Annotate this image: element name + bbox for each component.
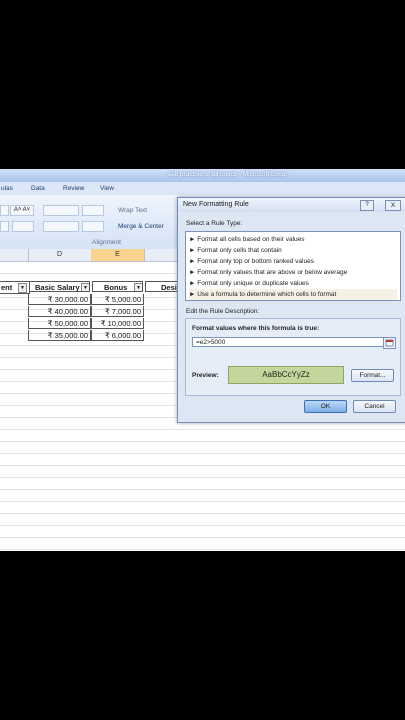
fill-color-icon[interactable] <box>0 221 9 232</box>
column-header-d[interactable]: D <box>28 249 92 261</box>
rule-type-item[interactable]: ► Format only cells that contain <box>189 245 397 256</box>
filter-dropdown-icon[interactable]: ▼ <box>81 283 89 291</box>
indent-icon[interactable] <box>82 221 104 232</box>
dialog-title-bar[interactable]: New Formatting Rule ? X <box>178 198 405 212</box>
rule-type-item[interactable]: ► Format only values that are above or b… <box>189 267 397 278</box>
grow-font-icon[interactable]: A˄ A˅ <box>10 205 34 216</box>
preview-label: Preview: <box>192 372 219 379</box>
help-icon[interactable]: ? <box>360 200 374 211</box>
collapse-dialog-icon[interactable] <box>383 337 396 349</box>
filter-dropdown-icon[interactable]: ▼ <box>134 283 142 291</box>
salary-cell[interactable]: ₹ 50,000.00 <box>28 318 91 329</box>
header-cell-basic-salary[interactable]: Basic Salary ▼ <box>29 281 90 292</box>
select-rule-type-label: Select a Rule Type: <box>186 220 243 227</box>
align-top-icon[interactable] <box>43 205 79 216</box>
merge-center-button[interactable]: Merge & Center <box>118 223 164 230</box>
rule-type-item[interactable]: ► Format only top or bottom ranked value… <box>189 256 397 267</box>
cancel-button[interactable]: Cancel <box>353 400 396 413</box>
ribbon-tabs: ulas Data Review View <box>0 182 405 195</box>
align-center-icon[interactable] <box>43 221 79 232</box>
rule-type-item[interactable]: ► Format all cells based on their values <box>189 234 397 245</box>
bonus-cell[interactable]: ₹ 5,000.00 <box>91 294 144 305</box>
column-header-c[interactable] <box>0 249 29 261</box>
format-preview: AaBbCcYyZz <box>228 366 344 384</box>
filter-dropdown-icon[interactable]: ▼ <box>18 283 27 293</box>
salary-cell[interactable]: ₹ 30,000.00 <box>28 294 91 305</box>
tab-formulas[interactable]: ulas <box>1 185 13 192</box>
rule-description-panel: Format values where this formula is true… <box>185 318 401 396</box>
header-label: Bonus <box>104 283 128 292</box>
font-size-box[interactable] <box>0 205 9 216</box>
rule-type-item-selected[interactable]: ► Use a formula to determine which cells… <box>189 289 397 300</box>
bonus-cell[interactable]: ₹ 7,000.00 <box>91 306 144 317</box>
header-cell-bonus[interactable]: Bonus ▼ <box>92 281 143 292</box>
rule-type-item[interactable]: ► Format only unique or duplicate values <box>189 278 397 289</box>
tab-data[interactable]: Data <box>31 185 45 192</box>
close-icon[interactable]: X <box>385 200 401 211</box>
header-cell-designation[interactable]: Desi <box>145 281 181 292</box>
salary-cell[interactable]: ₹ 40,000.00 <box>28 306 91 317</box>
edit-description-label: Edit the Rule Description: <box>186 308 260 315</box>
header-label: Desi <box>161 283 177 292</box>
rule-type-list: ► Format all cells based on their values… <box>185 231 401 301</box>
ok-button-label: OK <box>320 403 331 410</box>
bonus-cell[interactable]: ₹ 10,000.00 <box>91 318 144 329</box>
column-header-e[interactable]: E <box>91 249 145 261</box>
formula-input[interactable]: =e2>5000 <box>192 337 394 347</box>
alignment-group-label: Alignment <box>92 239 121 246</box>
range-select-icon <box>385 339 394 347</box>
wrap-text-button[interactable]: Wrap Text <box>118 207 147 214</box>
format-button[interactable]: Format... <box>351 369 394 382</box>
font-color-icon[interactable] <box>12 221 34 232</box>
header-cell-department[interactable]: ent ▼ <box>0 281 30 294</box>
formula-label: Format values where this formula is true… <box>192 325 320 332</box>
dialog-title: New Formatting Rule <box>183 201 249 208</box>
title-bar: self practise of all topics - Microsoft … <box>0 169 405 182</box>
tab-review[interactable]: Review <box>63 185 84 192</box>
orientation-icon[interactable] <box>82 205 104 216</box>
ok-button[interactable]: OK <box>304 400 347 413</box>
tab-view[interactable]: View <box>100 185 114 192</box>
new-formatting-rule-dialog: New Formatting Rule ? X Select a Rule Ty… <box>177 197 405 423</box>
header-label: ent <box>1 283 13 292</box>
salary-cell[interactable]: ₹ 35,000.00 <box>28 330 91 341</box>
bonus-cell[interactable]: ₹ 6,000.00 <box>91 330 144 341</box>
header-label: Basic Salary <box>35 283 80 292</box>
window-title: self practise of all topics - Microsoft … <box>168 171 287 178</box>
excel-screen: self practise of all topics - Microsoft … <box>0 169 405 551</box>
